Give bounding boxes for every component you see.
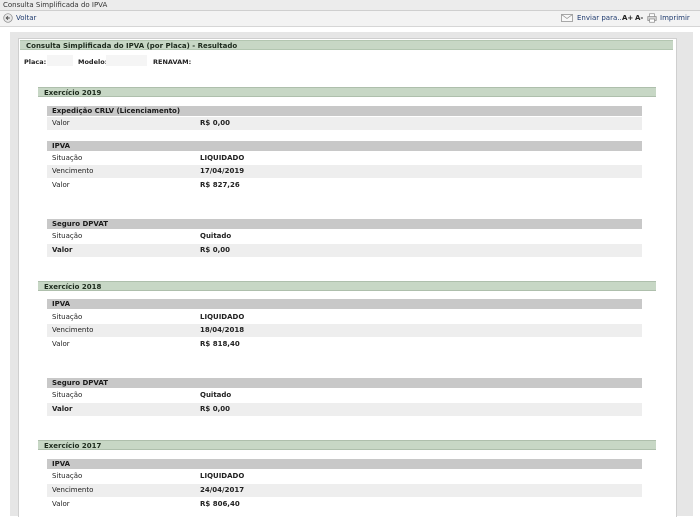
ipva-2018-header: IPVA [47,299,642,309]
row-label: Valor [52,181,70,189]
table-row: Situação LIQUIDADO [47,311,642,324]
dpvat-2018-header: Seguro DPVAT [47,378,642,388]
table-row: Situação Quitado [47,389,642,402]
ipva-2017-header: IPVA [47,459,642,469]
ipva-2019-header: IPVA [47,141,642,151]
table-row: Valor R$ 0,00 [47,244,642,257]
table-row: Vencimento 18/04/2018 [47,324,642,337]
mail-icon[interactable] [561,14,573,22]
print-link[interactable]: Imprimir [660,13,690,23]
panel-title: Consulta Simplificada do IPVA (por Placa… [20,40,673,50]
exercise-2017-header: Exercício 2017 [38,440,656,450]
placa-value [47,55,73,66]
placa-label: Placa: [24,58,47,66]
row-value: R$ 0,00 [200,405,230,413]
row-label: Vencimento [52,326,94,334]
row-label: Situação [52,232,83,240]
exercise-2019-header: Exercício 2019 [38,87,656,97]
row-label: Valor [52,405,73,413]
row-label: Vencimento [52,167,94,175]
table-row: Valor R$ 0,00 [47,403,642,416]
row-value: 17/04/2019 [200,167,245,175]
window-title-bar: Consulta Simplificada do IPVA [0,0,700,11]
row-label: Valor [52,500,70,508]
row-value: LIQUIDADO [200,154,245,162]
table-row: Valor R$ 0,00 [47,117,642,130]
row-value: R$ 827,26 [200,181,240,189]
row-value: R$ 0,00 [200,119,230,127]
row-value: 24/04/2017 [200,486,245,494]
row-value: Quitado [200,391,232,399]
row-value: 18/04/2018 [200,326,245,334]
font-decrease-button[interactable]: A- [635,13,643,23]
send-to-link[interactable]: Enviar para... [577,13,624,23]
row-label: Situação [52,154,83,162]
table-row: Vencimento 17/04/2019 [47,165,642,178]
row-value: R$ 0,00 [200,246,230,254]
font-increase-button[interactable]: A+ [622,13,633,23]
window-title: Consulta Simplificada do IPVA [3,1,108,9]
back-arrow-icon[interactable] [3,13,13,23]
modelo-value [106,55,147,66]
row-label: Situação [52,391,83,399]
row-label: Situação [52,472,83,480]
row-label: Situação [52,313,83,321]
exercise-2018-header: Exercício 2018 [38,281,656,291]
table-row: Situação Quitado [47,230,642,243]
row-value: LIQUIDADO [200,472,245,480]
row-label: Valor [52,246,73,254]
table-row: Situação LIQUIDADO [47,470,642,483]
table-row: Vencimento 24/04/2017 [47,484,642,497]
modelo-label: Modelo: [78,58,108,66]
renavam-label: RENAVAM: [153,58,192,66]
printer-icon[interactable] [647,13,657,23]
table-row: Valor R$ 806,40 [47,498,642,511]
row-label: Valor [52,340,70,348]
row-label: Valor [52,119,70,127]
table-row: Valor R$ 818,40 [47,338,642,351]
row-label: Vencimento [52,486,94,494]
back-link[interactable]: Voltar [16,13,36,23]
table-row: Situação LIQUIDADO [47,152,642,165]
row-value: Quitado [200,232,232,240]
row-value: R$ 818,40 [200,340,240,348]
row-value: R$ 806,40 [200,500,240,508]
crlv-2019-header: Expedição CRLV (Licenciamento) [47,106,642,116]
toolbar: Voltar Enviar para... A+ A- Imprimir [0,11,700,27]
row-value: LIQUIDADO [200,313,245,321]
dpvat-2019-header: Seguro DPVAT [47,219,642,229]
table-row: Valor R$ 827,26 [47,179,642,192]
